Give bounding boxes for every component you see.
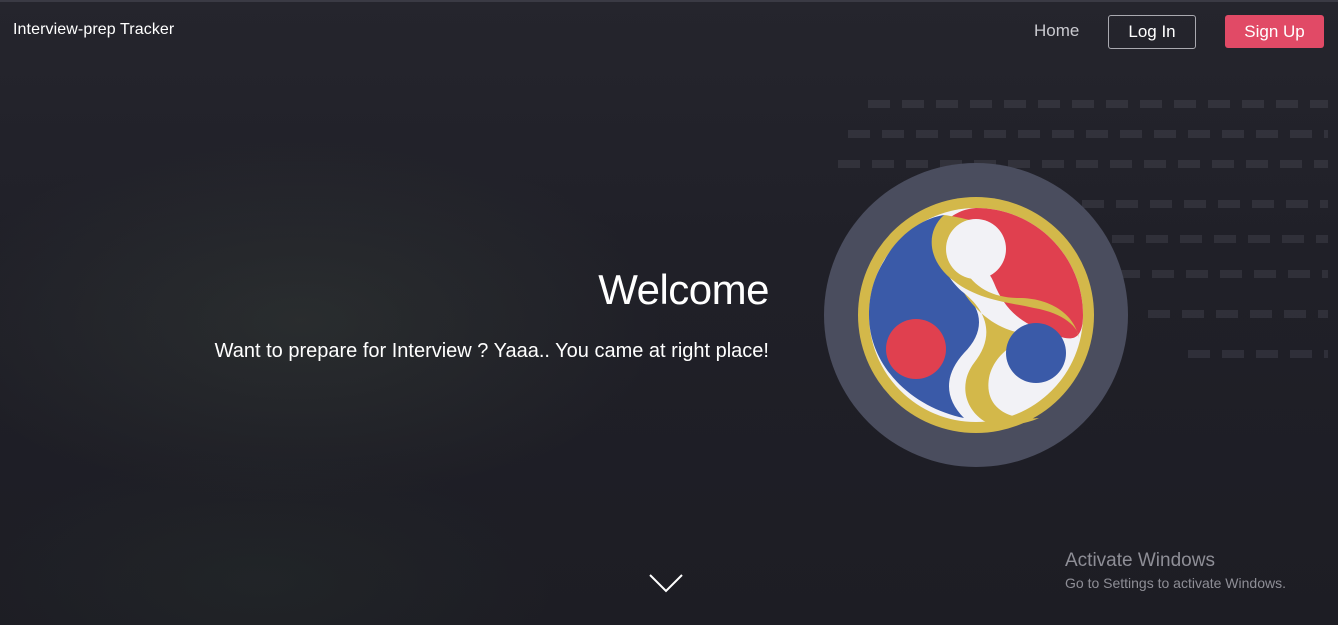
top-border xyxy=(0,0,1338,2)
signup-button[interactable]: Sign Up xyxy=(1225,15,1324,48)
chevron-down-icon[interactable] xyxy=(648,572,684,594)
activate-windows-title: Activate Windows xyxy=(1065,550,1215,571)
landing-page: Interview-prep Tracker Home Log In Sign … xyxy=(0,0,1338,625)
emblem-icon xyxy=(824,163,1128,467)
activate-windows-subtitle: Go to Settings to activate Windows. xyxy=(1065,575,1286,591)
hero-tagline: Want to prepare for Interview ? Yaaa.. Y… xyxy=(214,340,769,362)
brand-title[interactable]: Interview-prep Tracker xyxy=(13,21,174,39)
hero-title: Welcome xyxy=(598,266,769,313)
login-button[interactable]: Log In xyxy=(1108,15,1196,49)
nav-home-link[interactable]: Home xyxy=(1034,21,1079,41)
